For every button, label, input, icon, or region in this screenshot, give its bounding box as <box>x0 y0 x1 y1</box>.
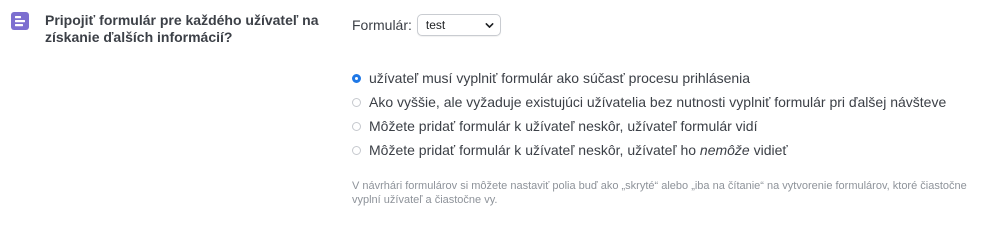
form-select-value: test <box>425 18 446 32</box>
settings-panel: Pripojiť formulár pre každého užívateľ n… <box>0 0 984 229</box>
radio-option-add-later-hidden[interactable]: Môžete pridať formulár k užívateľ neskôr… <box>352 138 946 162</box>
radio-group: užívateľ musí vyplniť formulár ako súčas… <box>352 66 946 162</box>
radio-option-label-suffix: vidieť <box>749 142 788 158</box>
form-select-label: Formulár: <box>352 17 412 33</box>
radio-option-add-later-visible[interactable]: Môžete pridať formulár k užívateľ neskôr… <box>352 114 946 138</box>
radio-button-selected[interactable] <box>352 73 361 83</box>
form-icon <box>11 12 29 30</box>
radio-option-label-emphasis: nemôže <box>699 142 750 158</box>
radio-button[interactable] <box>352 97 361 107</box>
form-select[interactable]: test <box>416 14 501 36</box>
radio-button[interactable] <box>352 145 361 155</box>
chevron-down-icon <box>485 23 494 28</box>
radio-option-label: Môžete pridať formulár k užívateľ neskôr… <box>369 118 758 134</box>
setting-title: Pripojiť formulár pre každého užívateľ n… <box>45 12 319 45</box>
radio-option-label: Ako vyššie, ale vyžaduje existujúci užív… <box>369 94 947 110</box>
radio-option-label: Môžete pridať formulár k užívateľ neskôr… <box>369 142 788 158</box>
radio-option-existing-users-exempt[interactable]: Ako vyššie, ale vyžaduje existujúci užív… <box>352 90 946 114</box>
help-text: V návrhári formulárov si môžete nastaviť… <box>352 180 967 206</box>
radio-option-label-prefix: Môžete pridať formulár k užívateľ neskôr… <box>369 142 700 158</box>
radio-button[interactable] <box>352 121 361 131</box>
radio-option-required-at-login[interactable]: užívateľ musí vyplniť formulár ako súčas… <box>352 66 946 90</box>
radio-option-label: užívateľ musí vyplniť formulár ako súčas… <box>369 70 751 86</box>
form-select-row: Formulár: test <box>352 14 501 36</box>
